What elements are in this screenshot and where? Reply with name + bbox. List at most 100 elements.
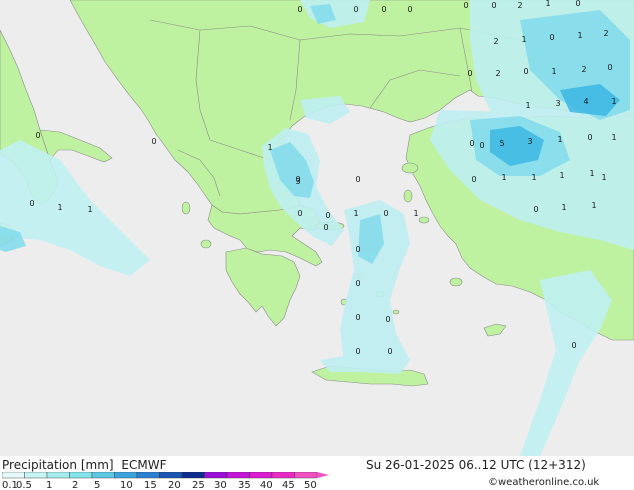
legend-label-7: 20 <box>168 480 181 490</box>
legend-label-3: 2 <box>72 480 78 490</box>
precip-value-l52: 0 <box>533 205 538 214</box>
precip-value-l37: 1 <box>601 173 606 182</box>
precip-value-l28: 3 <box>527 137 532 146</box>
precip-value-l18: 1 <box>551 67 556 76</box>
credit-text: ©weatheronline.co.uk <box>488 477 600 488</box>
legend-swatch-1 <box>24 472 48 479</box>
precip-value-l57: 0 <box>355 313 360 322</box>
legend-swatch-13 <box>294 472 318 479</box>
island-samos <box>418 216 430 224</box>
precip-value-l20: 0 <box>607 63 612 72</box>
precip-value-l51: 0 <box>29 199 34 208</box>
precip-value-l31: 1 <box>611 133 616 142</box>
legend-label-8: 25 <box>192 480 205 490</box>
precip-value-l35: 1 <box>559 171 564 180</box>
precip-value-l2: 0 <box>353 5 358 14</box>
precip-value-l25: 0 <box>469 139 474 148</box>
precip-value-l15: 0 <box>467 69 472 78</box>
legend-swatch-10 <box>226 472 250 479</box>
precip-value-l6: 0 <box>491 1 496 10</box>
precip-value-l13: 1 <box>577 31 582 40</box>
precip-value-l58: 0 <box>385 315 390 324</box>
product-text: Precipitation [mm] <box>2 458 114 472</box>
island-chios <box>403 189 413 203</box>
precip-value-l40: 1 <box>267 143 272 152</box>
precip-value-l14: 2 <box>603 29 608 38</box>
precip-value-l22: 3 <box>555 99 560 108</box>
precip-value-l44: 0 <box>297 209 302 218</box>
precip-value-l43: 0 <box>355 175 360 184</box>
legend-arrow-tip <box>317 472 329 478</box>
precip-value-l38: 0 <box>35 131 40 140</box>
product-label: Precipitation [mm] ECMWF <box>2 458 166 472</box>
precip-value-l56: 0 <box>355 279 360 288</box>
precip-value-l12: 0 <box>549 33 554 42</box>
legend-swatch-12 <box>271 472 295 479</box>
precip-value-l50: 1 <box>87 205 92 214</box>
precip-value-l53: 1 <box>561 203 566 212</box>
footer: Precipitation [mm] ECMWF Su 26-01-2025 0… <box>0 456 634 490</box>
legend-swatch-8 <box>181 472 205 479</box>
legend-label-6: 15 <box>144 480 157 490</box>
precip-value-l1: 0 <box>297 5 302 14</box>
legend-swatch-9 <box>204 472 228 479</box>
island-rhodes <box>449 277 463 287</box>
island-corfu <box>181 201 191 215</box>
precip-value-l9: 0 <box>575 0 580 8</box>
precip-value-l49: 1 <box>57 203 62 212</box>
precip-value-l32: 0 <box>471 175 476 184</box>
precip-value-l39: 0 <box>151 137 156 146</box>
precip-value-l24: 1 <box>611 97 616 106</box>
precip-value-l3: 0 <box>381 5 386 14</box>
legend-label-4: 5 <box>94 480 100 490</box>
legend-label-10: 35 <box>238 480 251 490</box>
precip-value-l61: 0 <box>571 341 576 350</box>
legend-label-13: 50 <box>304 480 317 490</box>
precip-value-l29: 1 <box>557 135 562 144</box>
precip-value-l19: 2 <box>581 65 586 74</box>
precip-value-l59: 0 <box>355 347 360 356</box>
legend-swatch-6 <box>136 472 160 479</box>
precip-value-l34: 1 <box>531 173 536 182</box>
precip-value-l54: 1 <box>591 201 596 210</box>
precip-value-l33: 1 <box>501 173 506 182</box>
legend-swatch-4 <box>91 472 115 479</box>
precip-value-l5: 0 <box>463 1 468 10</box>
precip-value-l47: 0 <box>383 209 388 218</box>
legend-label-11: 40 <box>260 480 273 490</box>
legend-label-1: 0.5 <box>16 480 32 490</box>
precipitation-map: 0 0 0 0 0 0 2 1 02 1 0 1 20 2 0 1 2 01 3 4 10 0 5 3 1 0 10 1 1 1 1 1001… <box>0 0 634 456</box>
precip-value-l10: 2 <box>493 37 498 46</box>
precip-value-l4: 0 <box>407 5 412 14</box>
legend-label-2: 1 <box>46 480 52 490</box>
legend-swatch-7 <box>159 472 183 479</box>
precip-value-l21: 1 <box>525 101 530 110</box>
island-cyclades-d <box>392 309 400 315</box>
precip-value-l46: 1 <box>353 209 358 218</box>
legend-swatch-3 <box>69 472 93 479</box>
precip-value-l27: 5 <box>499 139 504 148</box>
legend-swatch-11 <box>249 472 273 479</box>
precip-value-l55: 0 <box>355 245 360 254</box>
precip-value-l8: 1 <box>545 0 550 8</box>
precip-value-l48: 1 <box>413 209 418 218</box>
island-kefalonia <box>200 239 212 249</box>
legend-swatch-5 <box>114 472 138 479</box>
precip-value-l16: 2 <box>495 69 500 78</box>
model-text: ECMWF <box>121 458 167 472</box>
precip-value-l30: 0 <box>587 133 592 142</box>
legend-swatch-2 <box>46 472 70 479</box>
legend-label-12: 45 <box>282 480 295 490</box>
precip-value-l42: 3 <box>295 177 300 186</box>
precip-value-l45: 0 <box>325 211 330 220</box>
legend-label-9: 30 <box>214 480 227 490</box>
precip-value-l26: 0 <box>479 141 484 150</box>
valid-time: Su 26-01-2025 06..12 UTC (12+312) <box>366 458 586 472</box>
island-lesbos <box>401 162 419 174</box>
precip-value-l36: 1 <box>589 169 594 178</box>
precip-value-l7: 2 <box>517 1 522 10</box>
precip-legend: 0.10.5 1 2 5 10 15 20 25 30 35 40 45 50 <box>2 472 329 490</box>
legend-swatch-0 <box>2 472 25 479</box>
precip-value-l11: 1 <box>521 35 526 44</box>
precip-value-l60: 0 <box>387 347 392 356</box>
